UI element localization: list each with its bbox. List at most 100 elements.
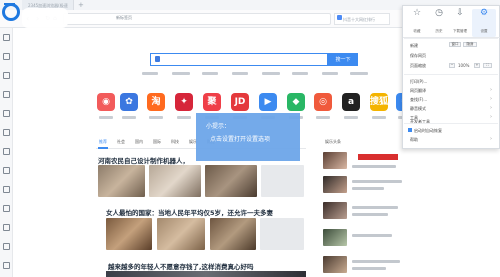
app-amazon-icon[interactable]: a [342, 93, 360, 111]
right-news-text[interactable] [352, 206, 398, 209]
app-sohu-icon[interactable]: 搜狐 [370, 93, 388, 111]
toolbar-search-input[interactable]: 抖音十大网红排行 [334, 13, 390, 25]
news-image[interactable] [205, 165, 257, 197]
menu-item[interactable]: 保存网页 [410, 53, 426, 59]
app-jd-icon[interactable]: JD [231, 93, 249, 111]
news-tab[interactable]: 国际 [153, 139, 161, 145]
right-news-image[interactable] [323, 176, 347, 193]
right-news-image[interactable] [323, 229, 347, 246]
quick-link[interactable] [350, 72, 368, 75]
menu-item[interactable]: 页面缩放 [410, 63, 426, 69]
app-music-label[interactable] [316, 116, 330, 119]
news-tab[interactable]: 国内 [135, 139, 143, 145]
app-weibo-icon[interactable]: ◉ [97, 93, 115, 111]
settings-icon[interactable]: ⚙ [477, 6, 491, 20]
baidu-engine-icon[interactable] [155, 56, 160, 62]
favorite-icon[interactable]: ☆ [410, 6, 424, 20]
news-image-strip[interactable] [106, 271, 306, 277]
app-ju-icon[interactable]: 聚 [203, 93, 221, 111]
menu-item[interactable]: 开发者工具 [410, 119, 430, 125]
quick-links [142, 72, 372, 77]
search-button[interactable]: 搜一下 [328, 53, 358, 66]
app-taobao-label[interactable] [149, 116, 163, 119]
app-sohu-label[interactable] [372, 116, 386, 119]
menu-item[interactable]: 查找(F)... [410, 97, 427, 103]
main-search-input[interactable] [150, 53, 328, 66]
right-news-image[interactable] [323, 152, 347, 169]
news-image-placeholder[interactable] [260, 218, 304, 250]
quick-link[interactable] [142, 72, 158, 75]
sidebar-video-icon[interactable] [3, 148, 10, 155]
news-image[interactable] [210, 218, 256, 250]
right-news-text[interactable] [352, 213, 388, 216]
zoom-in-button[interactable]: + [474, 63, 480, 68]
menu-item[interactable]: 帮助 [410, 137, 418, 143]
browser-window: { "browser": { "tab_title": "2345加速浏览器(极… [0, 0, 500, 277]
menu-item[interactable]: 启动时自动恢复 [414, 128, 442, 134]
news-tab[interactable]: 科技 [171, 139, 179, 145]
sidebar-star-icon[interactable] [3, 34, 10, 41]
download-icon[interactable]: ⇩ [453, 6, 467, 20]
zoom-out-button[interactable]: − [449, 63, 455, 68]
right-news-text[interactable] [352, 180, 402, 183]
app-tmall-icon[interactable]: ✦ [175, 93, 193, 111]
sidebar-download-icon[interactable] [3, 72, 10, 79]
logo-area [22, 8, 68, 28]
sidebar-music-icon[interactable] [3, 167, 10, 174]
sidebar-game-icon[interactable] [3, 129, 10, 136]
right-news-image[interactable] [323, 256, 347, 273]
quick-link[interactable] [172, 72, 190, 75]
app-amazon-label[interactable] [344, 116, 358, 119]
headline-2[interactable]: 女人最怕的国家：当地人民年平均仅5岁，还允许一夫多妻 [106, 207, 273, 217]
incognito-window-button[interactable]: 隐身 [463, 42, 477, 47]
sidebar-phone-icon[interactable] [3, 205, 10, 212]
logo-mark [4, 3, 15, 13]
news-tab[interactable]: 推荐 [99, 139, 107, 145]
right-news-text[interactable] [352, 234, 392, 237]
news-image[interactable] [98, 165, 145, 197]
news-image[interactable] [106, 218, 152, 250]
promo-badge[interactable] [358, 154, 398, 160]
right-news-text[interactable] [352, 267, 386, 270]
right-news-text[interactable] [352, 165, 396, 168]
new-window-button[interactable]: 窗口 [449, 42, 461, 47]
app-taobao-icon[interactable]: 淘 [147, 93, 165, 111]
menu-item[interactable]: 静音模式 [410, 106, 426, 112]
menu-item[interactable]: 网页翻译 [410, 88, 426, 94]
quick-link[interactable] [292, 72, 308, 75]
headline-1[interactable]: 河南农民自己设计制作机器人， [98, 155, 189, 165]
news-image[interactable] [157, 218, 205, 250]
fullscreen-button[interactable]: ⛶ [483, 63, 492, 68]
sidebar-mail-icon[interactable] [3, 110, 10, 117]
sidebar-shop-icon[interactable] [3, 186, 10, 193]
app-baidu-icon[interactable]: ✿ [120, 93, 138, 111]
sidebar-clock-icon[interactable] [3, 53, 10, 60]
app-video-icon[interactable]: ▶ [259, 93, 277, 111]
address-bar[interactable] [63, 13, 331, 25]
sidebar-note-icon[interactable] [3, 91, 10, 98]
news-image[interactable] [149, 165, 201, 197]
quick-link[interactable] [232, 72, 248, 75]
right-news-image[interactable] [323, 202, 347, 219]
news-tab[interactable]: 社会 [117, 139, 125, 145]
right-news-text[interactable] [352, 260, 400, 263]
right-news-text[interactable] [352, 187, 384, 190]
app-music-icon[interactable]: ◎ [314, 93, 332, 111]
news-image-placeholder[interactable] [261, 165, 304, 197]
sidebar-tools-icon[interactable] [3, 224, 10, 231]
new-tab-icon[interactable]: + [78, 1, 84, 9]
headline-3[interactable]: 越来越多的年轻人不愿意存钱了,这样消费真心好吗 [108, 261, 253, 271]
app-baidu-label[interactable] [122, 116, 136, 119]
menu-item[interactable]: 新建 [410, 43, 418, 49]
sidebar-settings-icon[interactable] [3, 262, 10, 269]
menu-item[interactable]: 打印(P)... [410, 79, 427, 85]
app-tmall-label[interactable] [177, 116, 191, 119]
restore-checkbox[interactable] [408, 128, 412, 132]
app-weibo-label[interactable] [99, 116, 113, 119]
app-game-icon[interactable]: ◆ [287, 93, 305, 111]
quick-link[interactable] [262, 72, 280, 75]
history-icon[interactable]: ◷ [432, 6, 446, 20]
sidebar-more-icon[interactable] [3, 243, 10, 250]
quick-link[interactable] [322, 72, 338, 75]
quick-link[interactable] [202, 72, 218, 75]
